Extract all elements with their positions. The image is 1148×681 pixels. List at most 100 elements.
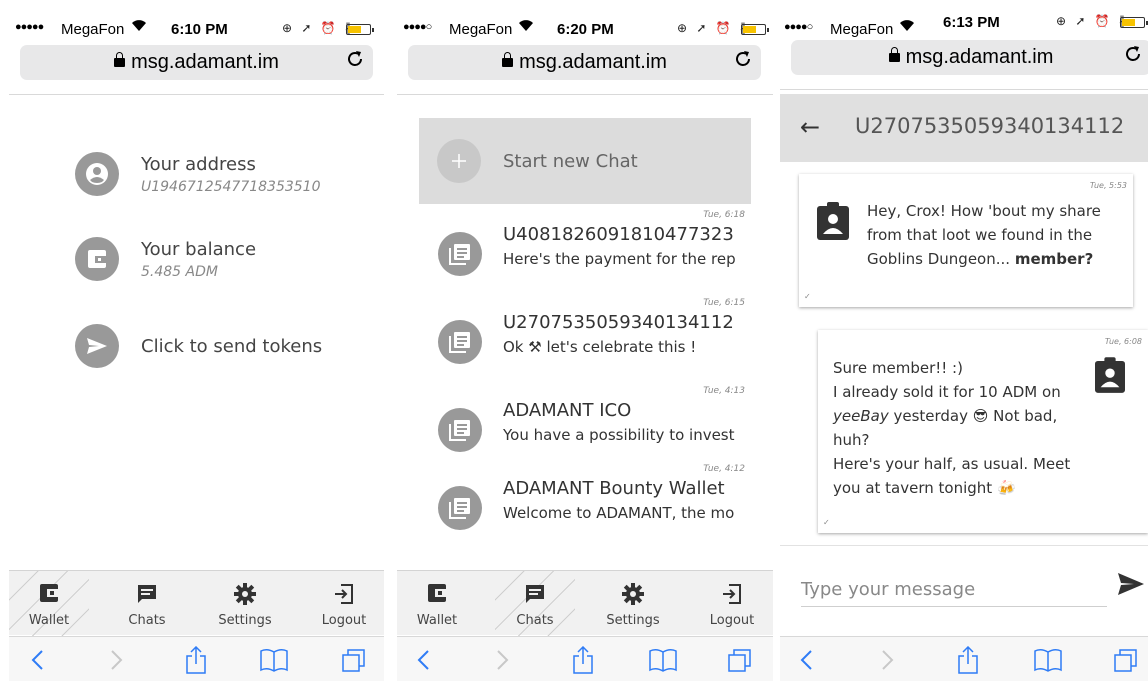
share-icon[interactable]	[948, 645, 988, 675]
status-bar: ●●●●○ MegaFon 6:20 PM ⊕ ➚ ⏰ ∦	[397, 0, 773, 42]
forward-icon[interactable]	[97, 645, 137, 675]
send-tokens-row[interactable]: Click to send tokens	[75, 324, 384, 384]
status-time: 6:10 PM	[171, 21, 228, 38]
chat-name: U4081826091810477323	[503, 224, 734, 245]
battery-icon	[346, 24, 374, 35]
chat-preview: Welcome to ADAMANT, the mo	[503, 504, 735, 522]
lock-icon	[114, 52, 126, 67]
back-icon[interactable]	[17, 645, 57, 675]
chat-name: ADAMANT ICO	[503, 400, 632, 421]
bookmarks-icon[interactable]	[254, 645, 294, 675]
divider	[780, 89, 1148, 90]
conversation-title: U2707535059340134112	[855, 114, 1125, 138]
chat-preview: Here's the payment for the rep	[503, 250, 736, 268]
nav-logout[interactable]: Logout	[304, 571, 384, 636]
message-composer: Type your message	[780, 545, 1148, 635]
nav-wallet[interactable]: Wallet	[9, 571, 89, 636]
sent-check-icon: ✓	[823, 518, 830, 527]
sent-check-icon: ✓	[804, 292, 811, 301]
wifi-icon	[518, 18, 534, 36]
carrier-name: MegaFon	[61, 21, 125, 38]
back-icon[interactable]	[403, 645, 443, 675]
url-bar[interactable]: msg.adamant.im	[791, 40, 1148, 75]
wifi-icon	[899, 18, 915, 36]
nav-settings-label: Settings	[218, 613, 272, 628]
message-time: Tue, 6:08	[1104, 337, 1142, 346]
chat-list-item[interactable]: Tue, 6:18 U4081826091810477323 Here's th…	[419, 204, 751, 292]
message-incoming: Tue, 5:53 Hey, Crox! How 'bout my share …	[799, 174, 1133, 307]
logout-icon	[692, 583, 772, 605]
chat-name: U2707535059340134112	[503, 312, 734, 333]
balance-value: 5.485 ADM	[141, 264, 218, 280]
chat-icon	[495, 583, 575, 605]
status-icons: ⊕ ➚ ⏰ ∦	[677, 21, 750, 35]
lock-icon	[888, 47, 900, 62]
message-time: Tue, 5:53	[1089, 181, 1127, 190]
plus-icon	[437, 139, 481, 183]
tabs-icon[interactable]	[1106, 645, 1146, 675]
signal-dots: ●●●●●	[15, 21, 44, 33]
conversation-header: ← U2707535059340134112	[780, 94, 1148, 162]
reload-icon[interactable]	[345, 49, 365, 75]
bookmarks-icon[interactable]	[643, 645, 683, 675]
battery-icon	[741, 24, 769, 35]
nav-wallet-label: Wallet	[416, 613, 458, 628]
signal-dots: ●●●●○	[403, 21, 432, 33]
chat-avatar-icon	[438, 232, 482, 276]
contact-icon	[817, 202, 849, 244]
nav-logout-label: Logout	[709, 613, 755, 628]
url-bar[interactable]: msg.adamant.im	[20, 45, 373, 80]
chat-avatar-icon	[438, 408, 482, 452]
nav-settings[interactable]: Settings	[593, 571, 673, 636]
share-icon[interactable]	[563, 645, 603, 675]
back-icon[interactable]	[786, 645, 826, 675]
forward-icon[interactable]	[483, 645, 523, 675]
reload-icon[interactable]	[1123, 44, 1143, 70]
reload-icon[interactable]	[733, 49, 753, 75]
status-bar: ●●●●○ MegaFon 6:13 PM ⊕ ➚ ⏰ ∦	[780, 0, 1148, 42]
chat-list-item[interactable]: Tue, 4:12 ADAMANT Bounty Wallet Welcome …	[419, 458, 751, 546]
chat-list-item[interactable]: Tue, 4:13 ADAMANT ICO You have a possibi…	[419, 380, 751, 468]
nav-chats[interactable]: Chats	[495, 571, 575, 636]
divider	[397, 94, 773, 95]
status-time: 6:20 PM	[557, 21, 614, 38]
start-new-chat-button[interactable]: Start new Chat	[419, 118, 751, 204]
chat-avatar-icon	[438, 320, 482, 364]
nav-settings[interactable]: Settings	[205, 571, 285, 636]
url-text: msg.adamant.im	[791, 46, 1148, 69]
chat-list-item[interactable]: Tue, 6:15 U2707535059340134112 Ok ⚒ let'…	[419, 292, 751, 380]
nav-logout[interactable]: Logout	[692, 571, 772, 636]
conversation-screen: ●●●●○ MegaFon 6:13 PM ⊕ ➚ ⏰ ∦ msg.adaman…	[780, 0, 1148, 681]
lock-icon	[502, 52, 514, 67]
forward-icon[interactable]	[868, 645, 908, 675]
message-input[interactable]: Type your message	[801, 579, 1107, 607]
address-row[interactable]: Your address U1946712547718353510	[75, 152, 384, 212]
url-bar[interactable]: msg.adamant.im	[408, 45, 761, 80]
nav-settings-label: Settings	[606, 613, 660, 628]
nav-wallet-label: Wallet	[28, 613, 70, 628]
wifi-icon	[131, 18, 147, 36]
logout-icon	[304, 583, 384, 605]
nav-chats[interactable]: Chats	[107, 571, 187, 636]
send-icon[interactable]	[1116, 571, 1146, 601]
gear-icon	[593, 583, 673, 605]
url-text: msg.adamant.im	[20, 51, 373, 74]
send-icon	[75, 324, 119, 368]
status-bar: ●●●●● MegaFon 6:10 PM ⊕ ➚ ⏰ ∦	[9, 0, 384, 42]
chat-time: Tue, 6:18	[703, 210, 745, 220]
address-value: U1946712547718353510	[141, 179, 321, 195]
tabs-icon[interactable]	[334, 645, 374, 675]
back-arrow-icon[interactable]: ←	[800, 113, 820, 141]
beer-emoji: 🍻	[996, 479, 1016, 497]
bookmarks-icon[interactable]	[1028, 645, 1068, 675]
status-icons: ⊕ ➚ ⏰ ∦	[282, 21, 355, 35]
chat-name: ADAMANT Bounty Wallet	[503, 478, 725, 499]
share-icon[interactable]	[176, 645, 216, 675]
nav-wallet[interactable]: Wallet	[397, 571, 477, 636]
chat-preview: Ok ⚒ let's celebrate this !	[503, 338, 697, 356]
battery-icon	[1120, 17, 1148, 28]
balance-row[interactable]: Your balance 5.485 ADM	[75, 237, 384, 297]
tabs-icon[interactable]	[720, 645, 760, 675]
divider	[9, 94, 384, 95]
message-outgoing: Tue, 6:08 Sure member!! :) I already sol…	[818, 330, 1148, 533]
